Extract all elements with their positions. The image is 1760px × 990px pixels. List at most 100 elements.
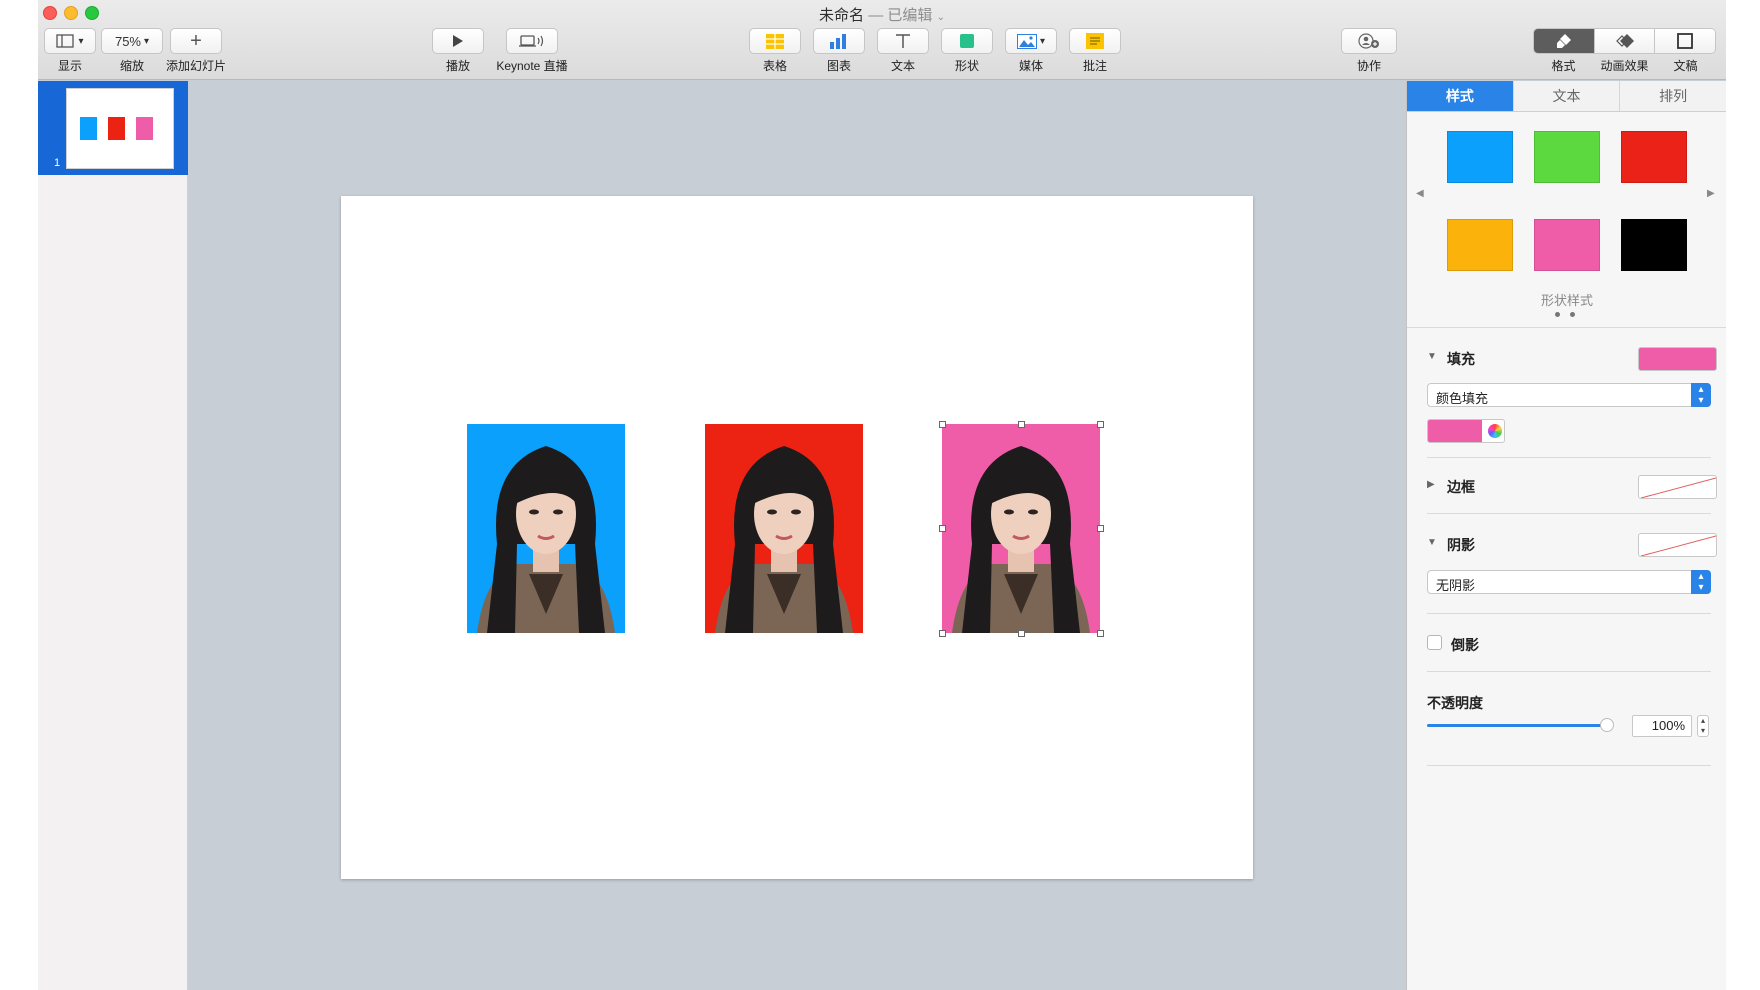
shape-styles-label: 形状样式: [1540, 293, 1593, 308]
fill-type-popup[interactable]: 颜色填充 ▴ ▾: [1427, 383, 1711, 407]
format-button[interactable]: [1534, 29, 1594, 53]
chart-icon: [830, 34, 846, 49]
id-photo-red[interactable]: [705, 424, 863, 633]
section-divider: [1427, 671, 1711, 672]
opacity-stepper[interactable]: ▴ ▾: [1697, 715, 1709, 737]
shadow-type-value: 无阴影: [1436, 578, 1476, 593]
insert-table-button[interactable]: [749, 28, 801, 54]
shadow-preview-well[interactable]: [1638, 533, 1717, 557]
insert-comment-button[interactable]: [1069, 28, 1121, 54]
style-swatch-pink[interactable]: [1534, 219, 1600, 271]
insert-shape-button[interactable]: [941, 28, 993, 54]
add-slide-tool: + 添加幻灯片: [164, 28, 228, 74]
insert-media-button[interactable]: ▾: [1005, 28, 1057, 54]
page-dot-1[interactable]: [1555, 312, 1560, 317]
zoom-tool: 75% ▾ 缩放: [101, 28, 163, 74]
portrait-shape: [767, 509, 777, 515]
current-color-swatch[interactable]: [1428, 420, 1482, 442]
tab-arrange[interactable]: 排列: [1619, 81, 1726, 111]
shape-tool: 形状: [941, 28, 993, 74]
disclosure-open-icon[interactable]: ▼: [1427, 537, 1437, 548]
document-button[interactable]: [1654, 29, 1715, 53]
opacity-slider-knob[interactable]: [1600, 718, 1614, 732]
color-wheel-icon[interactable]: [1488, 424, 1502, 438]
page-dot-2[interactable]: [1570, 312, 1575, 317]
zoom-popup[interactable]: 75% ▾: [101, 28, 163, 54]
style-swatch-red[interactable]: [1621, 131, 1687, 183]
text-label: 文本: [890, 59, 915, 73]
comment-tool: 批注: [1069, 28, 1121, 74]
reflection-checkbox[interactable]: [1427, 635, 1442, 650]
insert-chart-button[interactable]: [813, 28, 865, 54]
plus-icon: +: [190, 30, 202, 52]
animate-button[interactable]: [1593, 29, 1655, 53]
updown-arrows-icon: ▴ ▾: [1691, 570, 1711, 594]
add-slide-button[interactable]: +: [170, 28, 222, 54]
style-swatch-blue[interactable]: [1447, 131, 1513, 183]
chevron-down-icon: ▾: [1039, 35, 1046, 47]
sidebar-icon: [56, 34, 75, 48]
collaborate-button[interactable]: [1341, 28, 1397, 54]
shadow-type-popup[interactable]: 无阴影 ▴ ▾: [1427, 570, 1711, 594]
fill-color-well[interactable]: [1638, 347, 1717, 371]
portrait-image: [477, 446, 615, 633]
inspector-switcher: 格式 动画效果 文稿: [1533, 28, 1716, 74]
border-style-well[interactable]: [1638, 475, 1717, 499]
resize-handle[interactable]: [1018, 421, 1025, 428]
previous-page-arrow-icon[interactable]: ◀: [1416, 188, 1424, 199]
id-photo-pink-selected[interactable]: [942, 424, 1100, 633]
resize-handle[interactable]: [1097, 525, 1104, 532]
text-icon: [896, 34, 910, 48]
slide-canvas[interactable]: [341, 196, 1253, 879]
resize-handle[interactable]: [939, 421, 946, 428]
disclosure-open-icon[interactable]: ▼: [1427, 351, 1437, 362]
insert-text-button[interactable]: [877, 28, 929, 54]
slide-thumbnail-selected[interactable]: 1: [38, 81, 188, 175]
next-page-arrow-icon[interactable]: ▶: [1707, 188, 1715, 199]
view-button[interactable]: ▾: [44, 28, 96, 54]
edit-status: 已编辑: [887, 7, 933, 24]
id-photo-blue[interactable]: [467, 424, 625, 633]
thumbnail-photo-blue: [80, 117, 97, 140]
tab-style[interactable]: 样式: [1407, 81, 1513, 111]
slide-navigator: 1: [38, 81, 188, 990]
resize-handle[interactable]: [1018, 630, 1025, 637]
style-swatch-green[interactable]: [1534, 131, 1600, 183]
style-swatch-black[interactable]: [1621, 219, 1687, 271]
portrait-shape: [1004, 509, 1014, 515]
play-button[interactable]: [432, 28, 484, 54]
chevron-down-icon[interactable]: ⌄: [937, 12, 945, 23]
section-divider: [1427, 613, 1711, 614]
style-swatch-yellow[interactable]: [1447, 219, 1513, 271]
color-picker-control[interactable]: [1427, 419, 1505, 443]
resize-handle[interactable]: [1097, 421, 1104, 428]
media-tool: ▾ 媒体: [1005, 28, 1057, 74]
portrait-image: [952, 446, 1090, 633]
comment-label: 批注: [1082, 59, 1107, 73]
resize-handle[interactable]: [1097, 630, 1104, 637]
diamond-icon: [1615, 34, 1634, 48]
reflection-label: 倒影: [1451, 637, 1479, 653]
tab-text[interactable]: 文本: [1512, 81, 1620, 111]
border-section-title: 边框: [1447, 479, 1475, 495]
document-name[interactable]: 未命名: [819, 7, 864, 24]
disclosure-closed-icon[interactable]: ▶: [1427, 479, 1435, 490]
resize-handle[interactable]: [939, 525, 946, 532]
view-label: 显示: [57, 59, 82, 73]
keynote-live-button[interactable]: [506, 28, 558, 54]
add-slide-label: 添加幻灯片: [165, 59, 226, 73]
view-tool: ▾ 显示: [44, 28, 96, 74]
paintbrush-icon: [1556, 34, 1571, 48]
play-label: 播放: [445, 59, 470, 73]
media-label: 媒体: [1018, 59, 1043, 73]
opacity-value-field[interactable]: 100%: [1632, 715, 1692, 737]
portrait-image: [715, 446, 853, 633]
resize-handle[interactable]: [939, 630, 946, 637]
opacity-slider-track[interactable]: [1427, 718, 1614, 732]
fill-section-title: 填充: [1447, 351, 1475, 367]
section-divider: [1427, 457, 1711, 458]
format-label: 格式: [1551, 59, 1576, 73]
portrait-shape: [529, 509, 539, 515]
portrait-shape: [1028, 509, 1038, 515]
slide-thumbnail[interactable]: [66, 88, 174, 169]
